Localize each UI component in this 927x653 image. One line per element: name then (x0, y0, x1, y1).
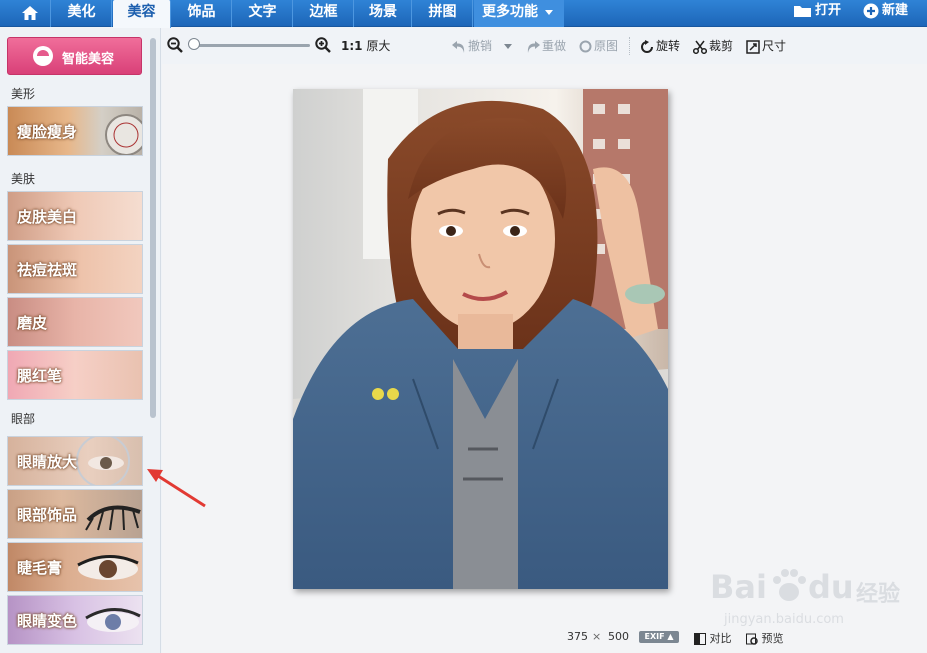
toolbar-divider (629, 37, 630, 55)
section-title-shape: 美形 (11, 87, 36, 101)
zoom-in-icon[interactable] (315, 37, 331, 53)
more-features-menu[interactable]: 更多功能 (474, 0, 564, 27)
tool-skin-whitening[interactable]: 皮肤美白 (7, 191, 143, 241)
undo-button[interactable]: 撤销 (452, 38, 492, 54)
tool-mascara-label: 睫毛膏 (17, 559, 63, 577)
image-width: 375 (567, 630, 588, 643)
tab-collage[interactable]: 拼图 (413, 0, 473, 27)
tool-smooth-skin[interactable]: 磨皮 (7, 297, 143, 347)
resize-button[interactable]: 尺寸 (746, 38, 786, 54)
zoom-ratio-label: 1:1 (341, 39, 363, 53)
tool-eye-color-label: 眼睛变色 (17, 612, 78, 630)
edit-toolbar: 1:1 原大 撤销 重做 原图 旋转 裁剪 尺寸 (162, 28, 927, 64)
tool-smooth-skin-label: 磨皮 (17, 314, 48, 332)
scissors-icon (693, 40, 707, 54)
compare-icon (694, 633, 706, 645)
exif-button[interactable]: EXIF ▲ (639, 631, 679, 643)
tool-eye-color[interactable]: 眼睛变色 (7, 595, 143, 645)
redo-icon (527, 40, 540, 53)
folder-icon (794, 5, 811, 17)
tab-scene[interactable]: 场景 (355, 0, 412, 27)
undo-icon (452, 40, 465, 53)
red-annotation-arrow (147, 469, 206, 508)
tool-eye-accessories-label: 眼部饰品 (17, 506, 78, 524)
tool-acne-removal[interactable]: 祛痘祛斑 (7, 244, 143, 294)
original-circle-icon (579, 40, 592, 53)
watermark-brand: Bai (710, 568, 767, 606)
home-icon (22, 6, 38, 20)
smart-beauty-icon (33, 46, 53, 66)
baidu-jingyan-watermark: Bai du 经验 jingyan.baidu.com (710, 568, 910, 638)
image-height: 500 (608, 630, 629, 643)
plus-circle-icon (863, 3, 879, 18)
exif-label: EXIF (644, 632, 665, 641)
crop-button[interactable]: 裁剪 (693, 38, 733, 54)
zoom-slider-track[interactable] (192, 44, 310, 47)
smart-beauty-button[interactable]: 智能美容 (7, 37, 142, 75)
section-title-skin: 美肤 (11, 172, 36, 186)
crop-label: 裁剪 (709, 39, 734, 53)
original-image-label: 原图 (594, 39, 619, 53)
resize-label: 尺寸 (762, 39, 787, 53)
open-label: 打开 (815, 3, 842, 18)
watermark-brand-suffix: du (808, 568, 854, 606)
tab-beautify[interactable]: 美化 (52, 0, 112, 27)
redo-button[interactable]: 重做 (526, 38, 566, 54)
new-label: 新建 (882, 3, 909, 18)
rotate-label: 旋转 (656, 39, 681, 53)
original-image-button[interactable]: 原图 (579, 38, 618, 54)
dimension-separator: × (592, 630, 602, 643)
watermark-url: jingyan.baidu.com (724, 612, 844, 627)
tool-slim-face-label: 瘦脸瘦身 (17, 123, 78, 141)
paw-icon (773, 569, 806, 601)
original-size-button[interactable]: 1:1 原大 (341, 38, 390, 54)
rotate-button[interactable]: 旋转 (640, 38, 680, 54)
portrait-photo[interactable] (293, 89, 668, 589)
home-button[interactable] (9, 0, 51, 27)
tool-mascara[interactable]: 睫毛膏 (7, 542, 143, 592)
tab-text[interactable]: 文字 (233, 0, 293, 27)
tool-skin-whitening-label: 皮肤美白 (17, 208, 78, 226)
more-features-label: 更多功能 (482, 4, 538, 20)
portrait-image (293, 89, 668, 589)
tool-blush-brush[interactable]: 腮红笔 (7, 350, 143, 400)
section-title-eyes: 眼部 (11, 412, 36, 426)
watermark-jingyan: 经验 (856, 582, 901, 607)
zoom-slider-handle[interactable] (188, 38, 200, 50)
zoom-out-icon[interactable] (167, 37, 183, 53)
sidebar-scrollbar[interactable] (150, 38, 156, 418)
resize-icon (746, 39, 760, 54)
tool-eye-enlarge[interactable]: 眼睛放大 (7, 436, 143, 486)
smart-beauty-label: 智能美容 (62, 52, 115, 67)
original-size-label: 原大 (366, 39, 391, 53)
tab-accessories[interactable]: 饰品 (172, 0, 232, 27)
top-navigation-bar: 美化 美容 饰品 文字 边框 场景 拼图 更多功能 打开 新建 (0, 0, 927, 28)
tool-blush-brush-label: 腮红笔 (17, 367, 63, 385)
beauty-tools-sidebar: 智能美容 美形 瘦脸瘦身 美肤 皮肤美白 祛痘祛斑 磨皮 腮红笔 眼部 眼睛放大… (0, 28, 161, 653)
rotate-icon (641, 39, 653, 53)
tab-beauty[interactable]: 美容 (113, 0, 171, 28)
tool-acne-removal-label: 祛痘祛斑 (17, 261, 78, 279)
undo-label: 撤销 (468, 39, 493, 53)
undo-history-dropdown-icon[interactable] (504, 44, 512, 49)
tool-eye-accessories[interactable]: 眼部饰品 (7, 489, 143, 539)
image-canvas (162, 64, 927, 624)
tab-border[interactable]: 边框 (294, 0, 354, 27)
open-button[interactable]: 打开 (794, 2, 841, 24)
redo-label: 重做 (542, 39, 567, 53)
tool-slim-face[interactable]: 瘦脸瘦身 (7, 106, 143, 156)
tool-eye-enlarge-label: 眼睛放大 (17, 453, 78, 471)
new-button[interactable]: 新建 (863, 2, 908, 24)
caret-down-icon (544, 9, 553, 15)
